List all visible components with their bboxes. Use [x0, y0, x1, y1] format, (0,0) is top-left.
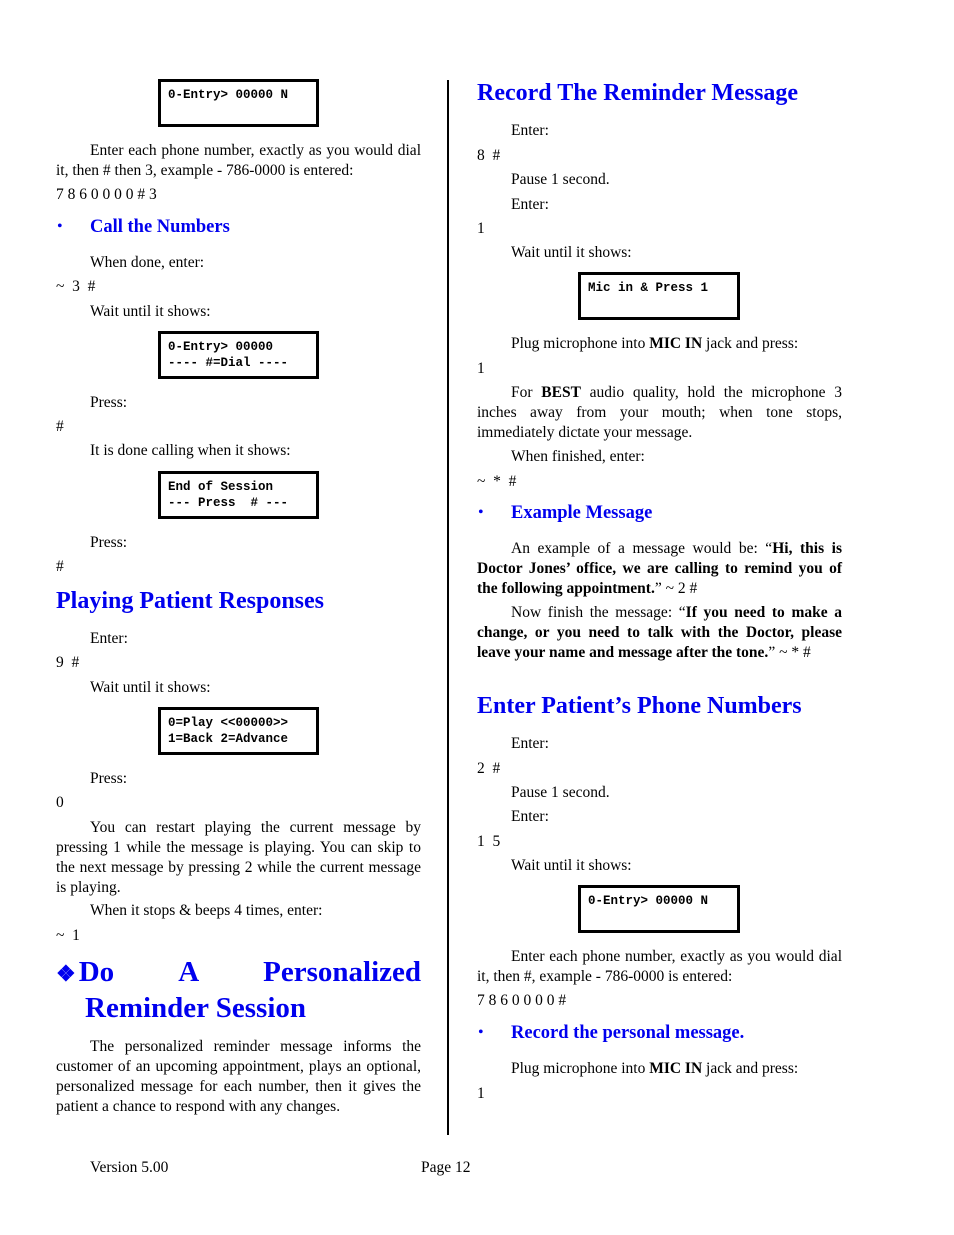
personalized-session-heading: ❖ Do A Personalized Reminder Session	[56, 955, 421, 1025]
lcd-line-1: 0-Entry> 00000 N	[588, 894, 709, 908]
lcd-line-1: End of Session	[168, 480, 274, 494]
playing-responses-heading: Playing Patient Responses	[56, 588, 325, 614]
example-message-heading: Example Message	[511, 503, 653, 523]
personalized-description-text: The personalized reminder message inform…	[56, 1038, 421, 1115]
instruction-text: Press:	[90, 534, 128, 551]
restart-instructions-text: You can restart playing the current mess…	[56, 819, 421, 896]
audio-quality-tip: For BEST audio quality, hold the microph…	[477, 384, 842, 441]
key-sequence: 1	[477, 220, 485, 237]
example-message-text: An example of a message would be: “Hi, t…	[477, 540, 843, 597]
lcd-display-play: 0=Play <<00000>> 1=Back 2=Advance	[158, 707, 319, 755]
lcd-display-end-session: End of Session --- Press # ---	[158, 471, 319, 519]
instruction-text: Press:	[90, 394, 128, 411]
bullet-icon: •	[478, 504, 484, 521]
instruction-text: Enter:	[511, 122, 549, 139]
column-divider	[447, 80, 449, 1135]
instruction-text: Enter:	[511, 808, 549, 825]
instruction-text: Pause 1 second.	[511, 784, 610, 801]
lcd-line-2: 1=Back 2=Advance	[168, 732, 289, 746]
key-sequence: 2 #	[477, 760, 501, 777]
instruction-text: Wait until it shows:	[90, 303, 211, 320]
instruction-text: Wait until it shows:	[511, 857, 632, 874]
lcd-line-2: --- Press # ---	[168, 496, 289, 510]
key-sequence: 8 #	[477, 147, 501, 164]
restart-instructions: You can restart playing the current mess…	[56, 818, 421, 898]
key-sequence: 1	[477, 1085, 485, 1102]
instruction-text: When finished, enter:	[511, 448, 645, 465]
key-sequence: ~ 3 #	[56, 278, 96, 295]
diamond-bullet-icon: ❖	[56, 961, 76, 986]
key-sequence: ~ * #	[477, 473, 517, 490]
footer-version: Version 5.00	[90, 1159, 169, 1176]
lcd-display-dial: 0-Entry> 00000 ---- #=Dial ----	[158, 331, 319, 379]
instruction-text: It is done calling when it shows:	[90, 442, 291, 459]
instruction-text: Enter:	[511, 196, 549, 213]
bullet-icon: •	[478, 1024, 484, 1041]
key-sequence: #	[56, 558, 64, 575]
lcd-line-2: ---- #=Dial ----	[168, 356, 289, 370]
instruction-text: Wait until it shows:	[90, 679, 211, 696]
instruction-text: Pause 1 second.	[511, 171, 610, 188]
instruction-text: When done, enter:	[90, 254, 205, 271]
entry-instructions-text: Enter each phone number, exactly as you …	[477, 948, 842, 985]
key-sequence: #	[56, 418, 64, 435]
instruction-text: When it stops & beeps 4 times, enter:	[90, 902, 323, 919]
entry-instructions-text: Enter each phone number, exactly as you …	[56, 142, 421, 179]
key-sequence: 1 5	[477, 833, 501, 850]
lcd-line-1: Mic in & Press 1	[588, 281, 709, 295]
bullet-icon: •	[57, 218, 63, 235]
record-reminder-heading: Record The Reminder Message	[477, 80, 799, 106]
heading-word: Personalized	[263, 956, 421, 988]
personalized-description: The personalized reminder message inform…	[56, 1037, 421, 1117]
lcd-display-entry: 0-Entry> 00000 N	[578, 885, 740, 933]
heading-word: Do	[78, 956, 115, 988]
lcd-line-1: 0=Play <<00000>>	[168, 716, 289, 730]
lcd-display-mic: Mic in & Press 1	[578, 272, 740, 320]
instruction-text: Enter:	[90, 630, 128, 647]
entry-instructions: Enter each phone number, exactly as you …	[477, 947, 842, 987]
call-numbers-heading: Call the Numbers	[90, 217, 230, 237]
heading-word: A	[178, 956, 200, 988]
heading-line-2: Reminder Session	[85, 992, 307, 1024]
lcd-line-1: 0-Entry> 00000 N	[168, 88, 289, 102]
personal-message-heading: Record the personal message.	[511, 1023, 745, 1043]
key-sequence: 7 8 6 0 0 0 0 # 3	[56, 186, 157, 203]
key-sequence: 7 8 6 0 0 0 0 #	[477, 992, 567, 1009]
plug-mic-instruction: Plug microphone into MIC IN jack and pre…	[511, 335, 799, 352]
entry-instructions: Enter each phone number, exactly as you …	[56, 141, 421, 181]
plug-mic-instruction: Plug microphone into MIC IN jack and pre…	[511, 1060, 799, 1077]
phone-numbers-heading: Enter Patient’s Phone Numbers	[477, 693, 802, 719]
instruction-text: Wait until it shows:	[511, 244, 632, 261]
lcd-line-1: 0-Entry> 00000	[168, 340, 274, 354]
key-sequence: 0	[56, 794, 64, 811]
key-sequence: 1	[477, 360, 485, 377]
key-sequence: ~ 1	[56, 927, 80, 944]
lcd-display-entry: 0-Entry> 00000 N	[158, 79, 319, 127]
finish-message-text: Now finish the message: “If you need to …	[477, 604, 843, 661]
instruction-text: Press:	[90, 770, 128, 787]
key-sequence: 9 #	[56, 654, 80, 671]
instruction-text: Enter:	[511, 735, 549, 752]
footer-page-number: Page 12	[421, 1159, 471, 1176]
